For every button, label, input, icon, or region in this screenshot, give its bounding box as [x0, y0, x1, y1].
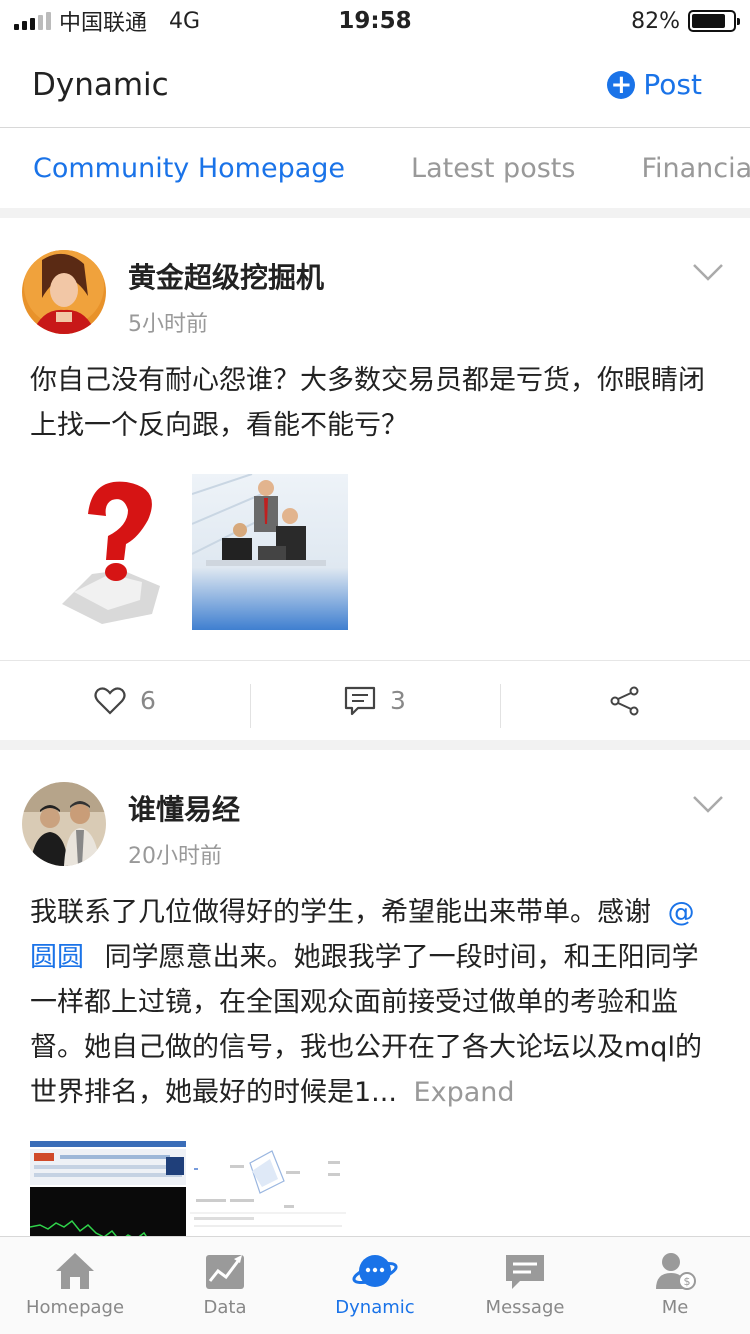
- nav-label: Dynamic: [335, 1297, 415, 1318]
- avatar[interactable]: [22, 782, 106, 866]
- post-image[interactable]: [32, 474, 188, 630]
- nav-data[interactable]: Data: [150, 1237, 300, 1334]
- post-button-label: Post: [643, 68, 702, 101]
- heart-icon: [94, 686, 126, 715]
- share-button[interactable]: [500, 683, 750, 728]
- nav-dynamic[interactable]: Dynamic: [300, 1237, 450, 1334]
- plus-icon: +: [607, 70, 636, 99]
- comment-button[interactable]: 3: [250, 683, 500, 728]
- nav-label: Homepage: [25, 1297, 125, 1318]
- post-text: 我联系了几位做得好的学生，希望能出来带单。感谢 @圆圆 同学愿意出来。她跟我学了…: [0, 876, 750, 1115]
- post-time: 5小时前: [128, 312, 208, 337]
- post-header: 黄金超级挖掘机 5小时前: [0, 218, 750, 344]
- post-time: 20小时前: [128, 844, 222, 869]
- planet-icon: [352, 1255, 398, 1287]
- post-card: 黄金超级挖掘机 5小时前 你自己没有耐心怨谁？大多数交易员都是亏货，你眼睛闭上找…: [0, 218, 750, 740]
- message-icon: [506, 1255, 544, 1289]
- nav-homepage[interactable]: Homepage: [0, 1237, 150, 1334]
- post-text: 你自己没有耐心怨谁？大多数交易员都是亏货，你眼睛闭上找一个反向跟，看能不能亏？: [30, 365, 705, 441]
- user-icon: $: [656, 1253, 696, 1290]
- expand-link[interactable]: Expand: [414, 1077, 515, 1108]
- chevron-down-icon[interactable]: [692, 794, 724, 814]
- carrier-label: 中国联通: [59, 11, 148, 36]
- status-left: 中国联通 4G: [14, 5, 200, 37]
- network-label: 4G: [169, 8, 201, 34]
- tab-bar: Community Homepage Latest posts Financia…: [0, 128, 750, 208]
- comment-count: 3: [390, 686, 406, 715]
- post-button[interactable]: + Post: [607, 68, 718, 101]
- home-icon: [56, 1253, 94, 1289]
- like-button[interactable]: 6: [0, 686, 250, 715]
- nav-message[interactable]: Message: [450, 1237, 600, 1334]
- tab-community-homepage[interactable]: Community Homepage: [33, 153, 345, 184]
- post-image[interactable]: [192, 474, 348, 630]
- post-images: [0, 448, 750, 630]
- battery-percent: 82%: [631, 8, 680, 34]
- app-header: Dynamic + Post: [0, 42, 750, 128]
- nav-label: Data: [203, 1297, 247, 1318]
- post-text-part: 同学愿意出来。她跟我学了一段时间，和王阳同学一样都上过镜，在全国观众面前接受过做…: [30, 942, 702, 1108]
- nav-label: Message: [485, 1297, 565, 1318]
- like-count: 6: [140, 686, 156, 715]
- share-icon: [610, 686, 639, 715]
- chevron-down-icon[interactable]: [692, 262, 724, 282]
- feed: 黄金超级挖掘机 5小时前 你自己没有耐心怨谁？大多数交易员都是亏货，你眼睛闭上找…: [0, 218, 750, 1307]
- nav-label: Me: [661, 1297, 689, 1318]
- avatar[interactable]: [22, 250, 106, 334]
- chart-icon: [206, 1255, 244, 1289]
- battery-icon: [688, 10, 740, 32]
- bottom-nav: Homepage Data Dynamic Message $ Me: [0, 1236, 750, 1334]
- status-bar: 中国联通 4G 19:58 82%: [0, 0, 750, 42]
- page-title: Dynamic: [32, 66, 169, 103]
- author-name[interactable]: 黄金超级挖掘机: [128, 256, 324, 296]
- post-card: 谁懂易经 20小时前 我联系了几位做得好的学生，希望能出来带单。感谢 @圆圆 同…: [0, 750, 750, 1297]
- comment-icon: [344, 686, 376, 715]
- signal-icon: [14, 12, 51, 30]
- post-actions: 6 3: [0, 660, 750, 740]
- battery-fill: [692, 14, 725, 28]
- tab-financial[interactable]: Financial: [641, 153, 750, 184]
- nav-me[interactable]: $ Me: [600, 1237, 750, 1334]
- status-right: 82%: [631, 8, 740, 34]
- author-name[interactable]: 谁懂易经: [128, 788, 240, 828]
- post-header: 谁懂易经 20小时前: [0, 750, 750, 876]
- svg-text:$: $: [684, 1275, 691, 1288]
- tab-latest-posts[interactable]: Latest posts: [411, 153, 575, 184]
- post-text-part: 我联系了几位做得好的学生，希望能出来带单。感谢: [30, 897, 651, 928]
